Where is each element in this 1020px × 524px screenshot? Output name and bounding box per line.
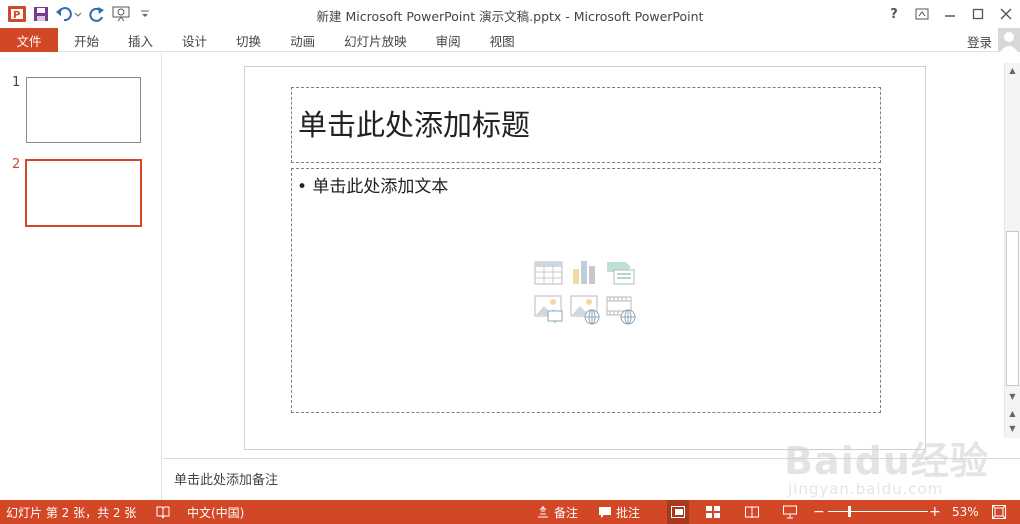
body-placeholder[interactable]: • 单击此处添加文本 <box>291 168 881 413</box>
ribbon-tabs: 文件 开始 插入 设计 切换 动画 幻灯片放映 审阅 视图 登录 <box>0 28 1020 52</box>
body-placeholder-text: • 单击此处添加文本 <box>297 177 449 197</box>
comment-icon <box>599 507 611 518</box>
status-bar: 幻灯片 第 2 张，共 2 张 中文(中国) 备注 批注 − + 53% <box>0 500 1020 524</box>
powerpoint-window: P 新建 Microsoft PowerPoint 演示文稿.pptx - Mi… <box>0 0 1020 524</box>
scroll-down-icon[interactable]: ▼ <box>1005 389 1020 403</box>
zoom-slider[interactable] <box>828 511 928 512</box>
zoom-level[interactable]: 53% <box>952 500 979 524</box>
slide-canvas: 单击此处添加标题 • 单击此处添加文本 <box>244 66 926 450</box>
watermark-logo: Baidu经验 <box>784 439 989 483</box>
close-icon[interactable] <box>992 0 1020 28</box>
tab-insert[interactable]: 插入 <box>112 28 166 52</box>
title-bar: P 新建 Microsoft PowerPoint 演示文稿.pptx - Mi… <box>0 0 1020 28</box>
tab-review[interactable]: 审阅 <box>420 28 474 52</box>
window-title: 新建 Microsoft PowerPoint 演示文稿.pptx - Micr… <box>316 9 704 24</box>
tab-design[interactable]: 设计 <box>166 28 220 52</box>
notes-placeholder: 单击此处添加备注 <box>174 473 279 488</box>
help-button[interactable]: ? <box>880 0 908 28</box>
scroll-up-icon[interactable]: ▲ <box>1005 63 1020 77</box>
table-icon[interactable] <box>534 259 564 287</box>
reading-view-icon[interactable] <box>745 500 759 524</box>
slide-count: 幻灯片 第 2 张，共 2 张 <box>6 505 137 520</box>
zoom-in-button[interactable]: + <box>929 500 941 524</box>
comments-button-label: 批注 <box>616 505 641 520</box>
slide-thumbnail-2[interactable] <box>25 159 142 227</box>
thumbnail-number: 2 <box>12 157 21 172</box>
zoom-slider-thumb[interactable] <box>848 506 851 517</box>
tab-animations[interactable]: 动画 <box>274 28 328 52</box>
title-placeholder[interactable]: 单击此处添加标题 <box>291 87 881 163</box>
chart-icon[interactable] <box>570 259 600 287</box>
slideshow-view-icon[interactable] <box>783 500 797 524</box>
slide-thumbnails-pane: 1 2 <box>0 53 162 500</box>
zoom-out-button[interactable]: − <box>813 500 825 524</box>
tab-slideshow[interactable]: 幻灯片放映 <box>328 28 420 52</box>
ribbon-display-icon[interactable] <box>908 0 936 28</box>
notes-button[interactable]: 备注 <box>536 500 578 524</box>
tab-view[interactable]: 视图 <box>474 28 528 52</box>
tab-file[interactable]: 文件 <box>0 28 58 52</box>
insert-content-icons <box>534 259 644 329</box>
avatar[interactable] <box>998 28 1020 52</box>
normal-view-icon[interactable] <box>667 500 689 524</box>
video-icon[interactable] <box>606 295 636 325</box>
baidu-watermark: Baidu经验 jingyan.baidu.com <box>770 412 1000 500</box>
scrollbar-thumb[interactable] <box>1006 231 1019 386</box>
slide-editing-area: 单击此处添加标题 • 单击此处添加文本 <box>163 53 1004 458</box>
smartart-icon[interactable] <box>606 259 636 287</box>
sign-in-link[interactable]: 登录 <box>967 32 992 51</box>
minimize-icon[interactable] <box>936 0 964 28</box>
tab-home[interactable]: 开始 <box>58 28 112 52</box>
maximize-icon[interactable] <box>964 0 992 28</box>
previous-slide-icon[interactable]: ▲ <box>1005 406 1020 420</box>
thumbnail-number: 1 <box>12 75 21 90</box>
vertical-scrollbar[interactable]: ▲ ▼ ▲ ▼ <box>1004 63 1020 438</box>
notes-icon <box>538 506 548 518</box>
online-picture-icon[interactable] <box>570 295 600 325</box>
window-controls: ? <box>880 0 1020 28</box>
slide-sorter-icon[interactable] <box>706 500 720 524</box>
notes-button-label: 备注 <box>554 505 579 520</box>
watermark-url: jingyan.baidu.com <box>788 480 944 498</box>
picture-icon[interactable] <box>534 295 564 323</box>
next-slide-icon[interactable]: ▼ <box>1005 421 1020 435</box>
comments-button[interactable]: 批注 <box>598 500 640 524</box>
spelling-icon[interactable] <box>156 500 170 524</box>
tab-transitions[interactable]: 切换 <box>220 28 274 52</box>
slide-thumbnail-1[interactable] <box>26 77 141 143</box>
fit-to-window-icon[interactable] <box>992 500 1006 524</box>
language-indicator[interactable]: 中文(中国) <box>187 500 244 524</box>
